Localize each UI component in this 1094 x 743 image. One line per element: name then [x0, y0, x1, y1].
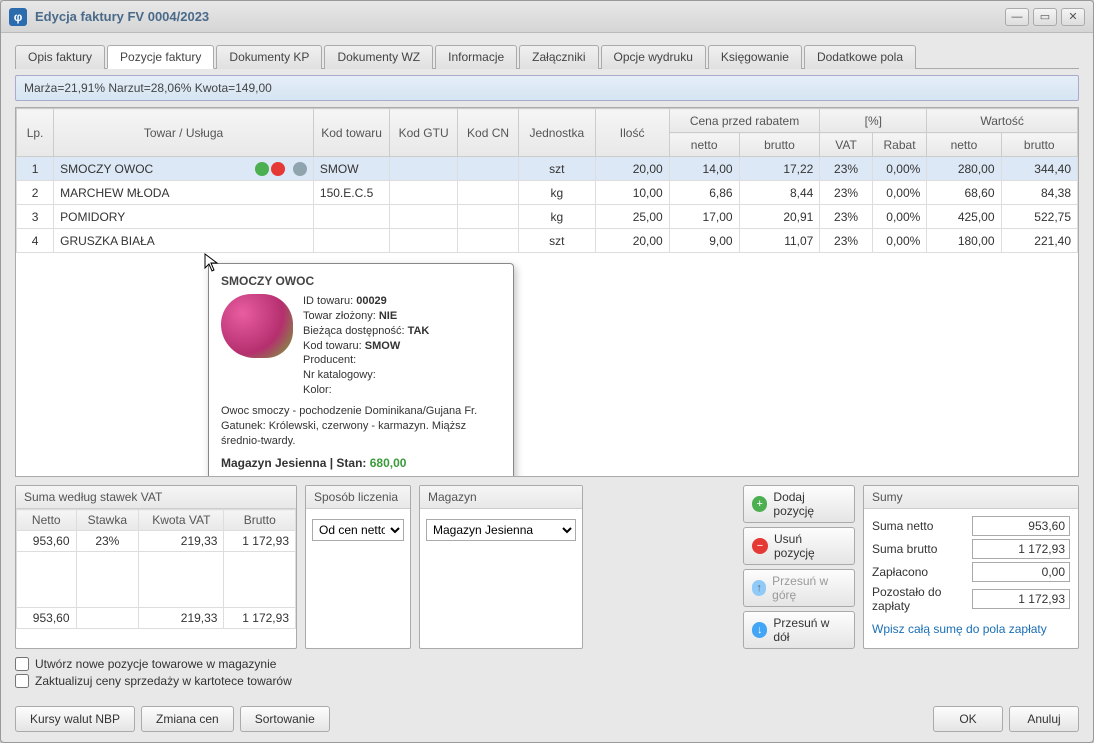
app-icon: φ: [9, 8, 27, 26]
tab-opis-faktury[interactable]: Opis faktury: [15, 45, 105, 69]
vat-col-netto: Netto: [17, 510, 77, 531]
calc-mode-header: Sposób liczenia: [306, 486, 410, 509]
vat-col-brutto: Brutto: [224, 510, 296, 531]
col-wnetto[interactable]: netto: [927, 133, 1001, 157]
col-group-value: Wartość: [927, 109, 1078, 133]
fill-paid-link[interactable]: Wpisz całą sumę do pola zapłaty: [872, 622, 1047, 636]
tab-opcje-wydruku[interactable]: Opcje wydruku: [601, 45, 706, 69]
tab-dokumenty-kp[interactable]: Dokumenty KP: [216, 45, 322, 69]
table-row[interactable]: 3POMIDORYkg25,0017,0020,9123%0,00%425,00…: [17, 205, 1078, 229]
calc-mode-panel: Sposób liczenia Od cen netto: [305, 485, 411, 649]
sums-panel: Sumy Suma netto953,60 Suma brutto1 172,93…: [863, 485, 1079, 649]
col-group-price: Cena przed rabatem: [669, 109, 820, 133]
cancel-button[interactable]: Anuluj: [1009, 706, 1079, 732]
tab-pozycje-faktury[interactable]: Pozycje faktury: [107, 45, 214, 69]
tab-księgowanie[interactable]: Księgowanie: [708, 45, 802, 69]
wrench-icon[interactable]: [293, 162, 307, 176]
sum-row: Suma netto953,60: [872, 516, 1070, 536]
ok-button[interactable]: OK: [933, 706, 1003, 732]
items-grid[interactable]: Lp. Towar / Usługa Kod towaru Kod GTU Ko…: [15, 107, 1079, 477]
tab-dokumenty-wz[interactable]: Dokumenty WZ: [324, 45, 433, 69]
change-prices-button[interactable]: Zmiana cen: [141, 706, 234, 732]
vat-footer: 953,60 219,33 1 172,93: [17, 608, 296, 629]
arrow-up-icon: ↑: [752, 580, 766, 596]
sums-header: Sumy: [864, 486, 1078, 509]
minus-icon: −: [752, 538, 768, 554]
check-update-input[interactable]: [15, 674, 29, 688]
tooltip-fields: ID towaru: 00029 Towar złożony: NIE Bież…: [303, 294, 429, 398]
tab-dodatkowe-pola[interactable]: Dodatkowe pola: [804, 45, 916, 69]
info-strip: Marża=21,91% Narzut=28,06% Kwota=149,00: [15, 75, 1079, 101]
tab-informacje[interactable]: Informacje: [435, 45, 517, 69]
vat-summary-panel: Suma według stawek VAT Netto Stawka Kwot…: [15, 485, 297, 649]
col-unit[interactable]: Jednostka: [519, 109, 595, 157]
add-item-button[interactable]: +Dodaj pozycję: [743, 485, 855, 523]
bottom-bar: Kursy walut NBP Zmiana cen Sortowanie OK…: [15, 706, 1079, 732]
window-title: Edycja faktury FV 0004/2023: [35, 9, 1005, 24]
col-wbrutto[interactable]: brutto: [1001, 133, 1077, 157]
minimize-button[interactable]: —: [1005, 8, 1029, 26]
money-icon[interactable]: [255, 162, 269, 176]
window: φ Edycja faktury FV 0004/2023 — ▭ ✕ Opis…: [0, 0, 1094, 743]
col-netto[interactable]: netto: [669, 133, 739, 157]
check-update-prices[interactable]: Zaktualizuj ceny sprzedaży w kartotece t…: [15, 674, 1079, 688]
vat-col-kwota: Kwota VAT: [139, 510, 224, 531]
sum-row: Zapłacono0,00: [872, 562, 1070, 582]
warehouse-select[interactable]: Magazyn Jesienna: [426, 519, 576, 541]
col-lp[interactable]: Lp.: [17, 109, 54, 157]
col-qty[interactable]: Ilość: [595, 109, 669, 157]
col-name[interactable]: Towar / Usługa: [54, 109, 314, 157]
sum-row: Pozostało do zapłaty1 172,93: [872, 585, 1070, 613]
vat-panel-header: Suma według stawek VAT: [16, 486, 296, 509]
sort-button[interactable]: Sortowanie: [240, 706, 330, 732]
col-brutto[interactable]: brutto: [739, 133, 820, 157]
nbp-rates-button[interactable]: Kursy walut NBP: [15, 706, 135, 732]
tooltip-stock: Magazyn Jesienna | Stan: 680,00: [221, 456, 501, 470]
check-create-input[interactable]: [15, 657, 29, 671]
panels-row: Suma według stawek VAT Netto Stawka Kwot…: [15, 485, 1079, 649]
col-code[interactable]: Kod towaru: [313, 109, 389, 157]
table-row[interactable]: 1SMOCZY OWOCSMOWszt20,0014,0017,2223%0,0…: [17, 157, 1078, 181]
window-controls: — ▭ ✕: [1005, 8, 1085, 26]
tooltip-image: [221, 294, 293, 358]
tooltip-description: Owoc smoczy - pochodzenie Dominikana/Guj…: [221, 404, 501, 449]
arrow-down-icon: ↓: [752, 622, 767, 638]
table-row[interactable]: 2MARCHEW MŁODA150.E.C.5kg10,006,868,4423…: [17, 181, 1078, 205]
col-rabat[interactable]: Rabat: [872, 133, 927, 157]
calc-mode-select[interactable]: Od cen netto: [312, 519, 404, 541]
col-group-percent: [%]: [820, 109, 927, 133]
content: Opis fakturyPozycje fakturyDokumenty KPD…: [1, 33, 1093, 699]
vat-row[interactable]: 953,60 23% 219,33 1 172,93: [17, 531, 296, 552]
tooltip-title: SMOCZY OWOC: [221, 274, 501, 288]
move-up-button[interactable]: ↑Przesuń w górę: [743, 569, 855, 607]
plus-icon: +: [752, 496, 767, 512]
tab-załączniki[interactable]: Załączniki: [519, 45, 598, 69]
warehouse-panel: Magazyn Magazyn Jesienna: [419, 485, 583, 649]
bag-icon[interactable]: [271, 162, 285, 176]
remove-item-button[interactable]: −Usuń pozycję: [743, 527, 855, 565]
maximize-button[interactable]: ▭: [1033, 8, 1057, 26]
check-create-items[interactable]: Utwórz nowe pozycje towarowe w magazynie: [15, 657, 1079, 671]
sum-row: Suma brutto1 172,93: [872, 539, 1070, 559]
item-tooltip: SMOCZY OWOC ID towaru: 00029 Towar złożo…: [208, 263, 514, 477]
col-gtu[interactable]: Kod GTU: [390, 109, 458, 157]
vat-col-rate: Stawka: [76, 510, 139, 531]
move-down-button[interactable]: ↓Przesuń w dół: [743, 611, 855, 649]
titlebar: φ Edycja faktury FV 0004/2023 — ▭ ✕: [1, 1, 1093, 33]
action-buttons: +Dodaj pozycję −Usuń pozycję ↑Przesuń w …: [743, 485, 855, 649]
col-cn[interactable]: Kod CN: [457, 109, 518, 157]
warehouse-header: Magazyn: [420, 486, 582, 509]
close-button[interactable]: ✕: [1061, 8, 1085, 26]
checkboxes: Utwórz nowe pozycje towarowe w magazynie…: [15, 657, 1079, 688]
grid-group-header: Lp. Towar / Usługa Kod towaru Kod GTU Ko…: [17, 109, 1078, 133]
col-vat[interactable]: VAT: [820, 133, 872, 157]
tabs: Opis fakturyPozycje fakturyDokumenty KPD…: [15, 45, 1079, 69]
table-row[interactable]: 4GRUSZKA BIAŁAszt20,009,0011,0723%0,00%1…: [17, 229, 1078, 253]
